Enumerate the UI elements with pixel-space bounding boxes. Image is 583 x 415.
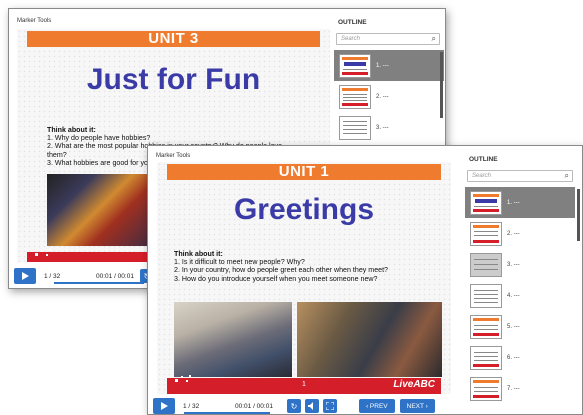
outline-scrollbar[interactable]: [440, 52, 443, 118]
outline-thumbnails: 1. --- 2. --- 3. --- 4. --- 5. --- 6. --…: [465, 187, 575, 404]
outline-item-label: 4. ---: [507, 292, 520, 299]
think-heading: Think about it:: [174, 250, 223, 258]
marker-tools-label[interactable]: Marker Tools: [17, 18, 51, 24]
think-line: 1. Why do people have hobbies?: [47, 134, 151, 143]
outline-heading: OUTLINE: [338, 19, 367, 26]
think-line: 2. In your country, how do people greet …: [174, 266, 388, 275]
marker-tools-label[interactable]: Marker Tools: [156, 153, 190, 159]
outline-item-label: 1. ---: [376, 62, 389, 69]
unit-banner: UNIT 3: [27, 31, 320, 47]
volume-icon: [307, 402, 313, 410]
think-heading: Think about it:: [47, 126, 96, 134]
slide-thumbnail: [339, 115, 371, 140]
slide-thumbnail: [339, 53, 371, 78]
outline-item-label: 3. ---: [376, 124, 389, 131]
unit-banner: UNIT 1: [167, 164, 441, 180]
prev-button[interactable]: ‹ PREV: [358, 399, 395, 413]
outline-item[interactable]: 2. ---: [465, 218, 575, 249]
outline-thumbnails: 1. --- 2. --- 3. ---: [334, 50, 444, 143]
slide-canvas: UNIT 1 Greetings Think about it: 1. Is i…: [157, 162, 451, 394]
page-counter: 1 / 32: [183, 402, 200, 410]
slide-thumbnail: [470, 314, 502, 339]
outline-search-field[interactable]: Search ⌕: [467, 170, 573, 182]
play-button[interactable]: [14, 268, 36, 284]
time-display: 00:01 / 00:01: [96, 272, 134, 280]
slide-title: Greetings: [233, 193, 375, 226]
slide-thumbnail: [470, 345, 502, 370]
think-line: 1. Is it difficult to meet new people? W…: [174, 258, 305, 267]
outline-item-label: 1. ---: [507, 199, 520, 206]
search-icon[interactable]: ⌕: [432, 34, 436, 44]
outline-item[interactable]: 4. ---: [465, 280, 575, 311]
page-counter: 1 / 32: [44, 272, 61, 280]
liveabc-logo: LiveABC: [393, 379, 435, 390]
progress-track[interactable]: [184, 412, 270, 414]
fullscreen-icon: [325, 402, 334, 410]
slide-footer-bar: 1 LiveABC: [167, 375, 441, 394]
outline-item[interactable]: 1. ---: [465, 187, 575, 218]
outline-item[interactable]: 1. ---: [334, 50, 444, 81]
think-line: 3. How do you introduce yourself when yo…: [174, 274, 378, 283]
outline-heading: OUTLINE: [469, 156, 498, 163]
slide-thumbnail: [339, 84, 371, 109]
fullscreen-button[interactable]: [322, 399, 337, 413]
progress-track[interactable]: [54, 282, 144, 284]
refresh-icon: ↻: [290, 401, 298, 411]
slide-title: Just for Fun: [86, 63, 261, 96]
office-meeting-photo: [174, 302, 292, 377]
outline-search-field[interactable]: Search ⌕: [336, 33, 440, 45]
play-icon: [21, 272, 29, 280]
search-placeholder: Search: [341, 36, 361, 42]
outline-item[interactable]: 6. ---: [465, 342, 575, 373]
outline-item-label: 2. ---: [507, 230, 520, 237]
outline-item[interactable]: 7. ---: [465, 373, 575, 404]
outline-item-label: 7. ---: [507, 385, 520, 392]
outline-item[interactable]: 3. ---: [465, 249, 575, 280]
play-button[interactable]: [153, 398, 175, 414]
outline-item[interactable]: 3. ---: [334, 112, 444, 143]
slide-thumbnail: [470, 283, 502, 308]
slide-thumbnail: [470, 221, 502, 246]
outline-item-label: 2. ---: [376, 93, 389, 100]
search-icon[interactable]: ⌕: [565, 171, 569, 181]
outline-item-label: 5. ---: [507, 323, 520, 330]
slide-thumbnail: [470, 190, 502, 215]
outline-item-label: 6. ---: [507, 354, 520, 361]
search-placeholder: Search: [472, 173, 492, 179]
play-icon: [160, 402, 168, 410]
confetti-icon: [35, 249, 51, 256]
outline-panel: OUTLINE Search ⌕ 1. --- 2. --- 3. --- 4.…: [463, 146, 582, 414]
volume-button[interactable]: [304, 399, 319, 413]
fist-bump-photo: [297, 302, 442, 377]
think-about-it: Think about it: 1. Is it difficult to me…: [174, 250, 444, 283]
outline-scrollbar[interactable]: [577, 189, 580, 241]
slide-thumbnail: [470, 252, 502, 277]
time-display: 00:01 / 00:01: [235, 402, 273, 410]
next-button[interactable]: NEXT ›: [399, 399, 435, 413]
slide-thumbnail: [470, 376, 502, 401]
front-window: Marker Tools UNIT 1 Greetings Think abou…: [147, 145, 583, 415]
outline-item[interactable]: 5. ---: [465, 311, 575, 342]
outline-item[interactable]: 2. ---: [334, 81, 444, 112]
refresh-button[interactable]: ↻: [286, 399, 301, 413]
outline-item-label: 3. ---: [507, 261, 520, 268]
